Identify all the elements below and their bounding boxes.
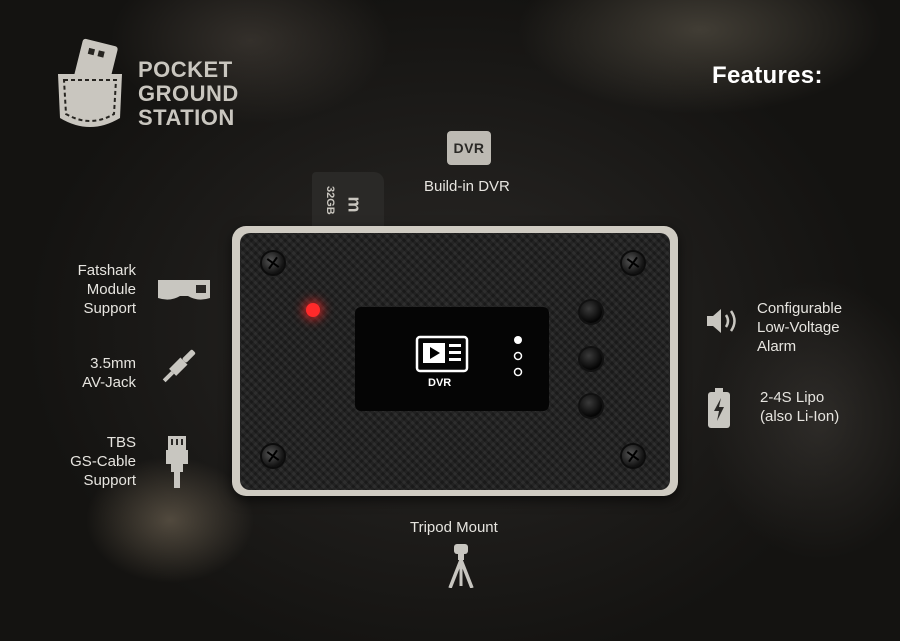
page-title: Features: (712, 62, 823, 89)
audio-jack-icon (162, 349, 196, 383)
logo-line-1: POCKET (138, 57, 233, 82)
alarm-line-3: Alarm (757, 338, 797, 355)
fatshark-line-2: Module (86, 281, 136, 298)
button-select[interactable] (580, 348, 602, 370)
screw-icon (262, 252, 284, 274)
fatshark-line-3: Support (83, 300, 136, 317)
feature-tbs: TBS GS-Cable Support (40, 433, 136, 490)
lipo-line-1: 2-4S Lipo (760, 389, 825, 406)
fatshark-line-1: Fatshark (77, 262, 136, 279)
alarm-line-1: Configurable (757, 300, 843, 317)
connector-cable-icon (166, 436, 188, 488)
screw-icon (622, 445, 644, 467)
alarm-line-2: Low-Voltage (757, 319, 840, 336)
tripod-icon (448, 544, 474, 588)
dvr-icon: DVR (447, 131, 491, 165)
screw-icon (622, 252, 644, 274)
status-led (306, 303, 320, 317)
avjack-line-2: AV-Jack (82, 374, 136, 391)
sd-card: 32GB m (312, 172, 384, 232)
tbs-line-1: TBS (106, 434, 136, 451)
tbs-line-3: Support (83, 472, 136, 489)
goggles-icon (158, 280, 210, 300)
screw-icon (262, 445, 284, 467)
pocket-logo-icon (58, 38, 122, 127)
feature-alarm: Configurable Low-Voltage Alarm (757, 299, 842, 356)
feature-avjack: 3.5mm AV-Jack (40, 354, 136, 392)
menu-dots-icon (513, 336, 523, 377)
logo-line-2: GROUND (138, 81, 239, 106)
avjack-line-1: 3.5mm (90, 355, 136, 372)
sd-card-label: 32GB (324, 186, 336, 215)
dvr-label: Build-in DVR (424, 178, 510, 195)
logo-line-3: STATION (138, 105, 235, 130)
dvr-sdcard-icon (415, 335, 469, 373)
logo: POCKET GROUND STATION (56, 38, 256, 138)
lipo-line-2: (also Li-Ion) (760, 408, 840, 425)
screen-label: DVR (428, 377, 452, 389)
feature-fatshark: Fatshark Module Support (40, 261, 136, 318)
feature-lipo: 2-4S Lipo (also Li-Ion) (760, 388, 839, 426)
tripod-label: Tripod Mount (410, 519, 498, 536)
sd-card-logo-icon: m (344, 196, 365, 213)
button-up[interactable] (580, 301, 602, 323)
tbs-line-2: GS-Cable (70, 453, 136, 470)
oled-screen: DVR (355, 307, 549, 411)
speaker-icon (707, 309, 736, 333)
battery-icon (708, 388, 730, 428)
button-down[interactable] (580, 395, 602, 417)
